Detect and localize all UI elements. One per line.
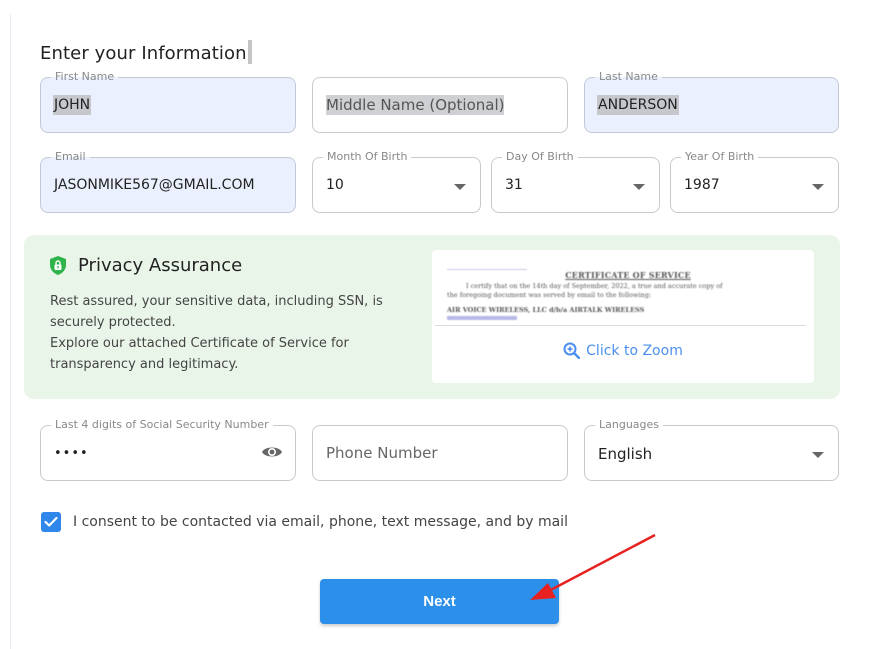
- first-name-field[interactable]: First Name JOHN: [40, 70, 296, 133]
- ssn-last4-field[interactable]: Last 4 digits of Social Security Number …: [40, 418, 296, 481]
- click-to-zoom-label: Click to Zoom: [586, 342, 683, 359]
- chevron-down-icon: [812, 184, 824, 190]
- zoom-in-icon: [563, 342, 581, 359]
- chevron-down-icon: [812, 452, 824, 458]
- privacy-title: Privacy Assurance: [50, 255, 242, 276]
- privacy-assurance-panel: Privacy Assurance Rest assured, your sen…: [24, 235, 840, 399]
- shield-lock-icon: [50, 256, 66, 275]
- form-title: Enter your Information: [40, 40, 252, 64]
- year-of-birth-label: Year Of Birth: [681, 150, 759, 164]
- certificate-line-2: the foregoing document was served by ema…: [447, 291, 652, 299]
- middle-name-placeholder: Middle Name (Optional): [326, 95, 505, 115]
- day-of-birth-value: 31: [505, 177, 523, 193]
- last-name-field[interactable]: Last Name ANDERSON: [584, 70, 839, 133]
- eye-icon[interactable]: [261, 444, 283, 464]
- text-cursor: [247, 40, 252, 64]
- privacy-line-2: Explore our attached Certificate of Serv…: [50, 336, 349, 372]
- certificate-divider: [435, 325, 806, 326]
- month-of-birth-value: 10: [326, 177, 344, 193]
- checkmark-icon: [44, 516, 58, 527]
- languages-select[interactable]: Languages English: [584, 418, 839, 481]
- email-value: JASONMIKE567@GMAIL.COM: [54, 177, 255, 193]
- day-of-birth-select[interactable]: Day Of Birth 31: [491, 150, 660, 213]
- last-name-label: Last Name: [595, 70, 662, 84]
- month-of-birth-select[interactable]: Month Of Birth 10: [312, 150, 481, 213]
- chevron-down-icon: [454, 184, 466, 190]
- consent-label: I consent to be contacted via email, pho…: [73, 514, 568, 530]
- languages-label: Languages: [595, 418, 664, 432]
- ssn-last4-label: Last 4 digits of Social Security Number: [51, 418, 273, 432]
- consent-checkbox[interactable]: [41, 512, 61, 532]
- certificate-email-link: [447, 316, 517, 320]
- first-name-value: JOHN: [53, 95, 92, 115]
- day-of-birth-label: Day Of Birth: [502, 150, 578, 164]
- last-name-value: ANDERSON: [597, 95, 679, 115]
- form-title-text: Enter your Information: [40, 43, 247, 64]
- consent-row: I consent to be contacted via email, pho…: [41, 512, 568, 532]
- email-label: Email: [51, 150, 90, 164]
- certificate-line-3: AIR VOICE WIRELESS, LLC d/b/a AIRTALK WI…: [447, 306, 645, 314]
- month-of-birth-label: Month Of Birth: [323, 150, 412, 164]
- certificate-preview[interactable]: CERTIFICATE OF SERVICE I certify that on…: [432, 250, 814, 383]
- certificate-heading: CERTIFICATE OF SERVICE: [565, 270, 691, 280]
- annotation-arrow-shaft: [544, 533, 656, 595]
- middle-name-field[interactable]: Middle Name (Optional): [312, 77, 568, 133]
- privacy-title-text: Privacy Assurance: [78, 255, 243, 276]
- click-to-zoom-link[interactable]: Click to Zoom: [432, 342, 814, 359]
- certificate-line-1: I certify that on the 14th day of Septem…: [466, 282, 723, 290]
- year-of-birth-select[interactable]: Year Of Birth 1987: [670, 150, 839, 213]
- first-name-label: First Name: [51, 70, 119, 84]
- languages-value: English: [598, 445, 653, 463]
- ssn-last4-value: ••••: [54, 446, 89, 461]
- chevron-down-icon: [633, 184, 645, 190]
- privacy-line-1: Rest assured, your sensitive data, inclu…: [50, 294, 383, 330]
- next-button[interactable]: Next: [320, 579, 559, 624]
- privacy-description: Rest assured, your sensitive data, inclu…: [50, 291, 400, 375]
- page-left-border: [10, 14, 11, 649]
- year-of-birth-value: 1987: [684, 177, 720, 193]
- email-field[interactable]: Email JASONMIKE567@GMAIL.COM: [40, 150, 296, 213]
- phone-number-field[interactable]: Phone Number: [312, 425, 568, 481]
- certificate-document: CERTIFICATE OF SERVICE I certify that on…: [432, 250, 814, 328]
- phone-number-placeholder: Phone Number: [326, 444, 438, 462]
